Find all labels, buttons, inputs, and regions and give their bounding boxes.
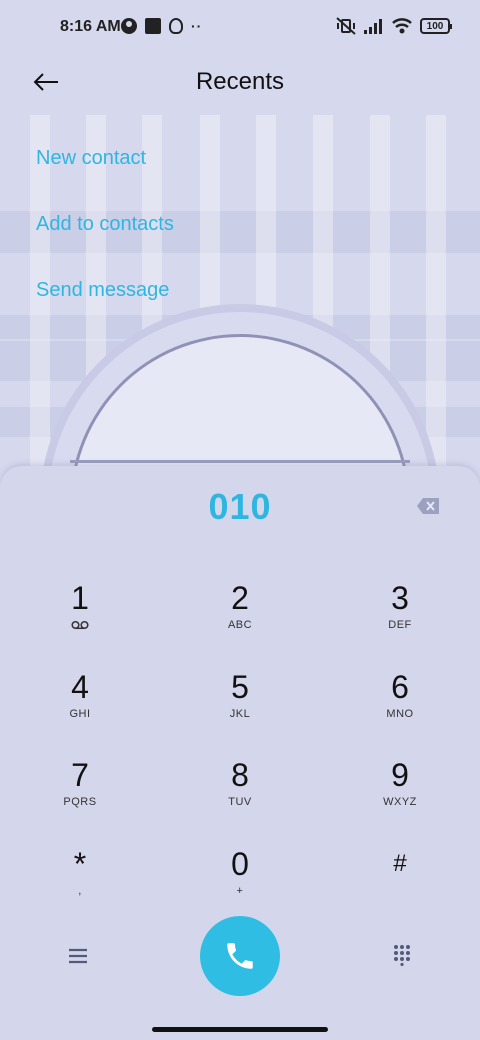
vibrate-off-icon	[336, 17, 356, 35]
key-letters: +	[236, 885, 244, 897]
menu-button[interactable]	[66, 944, 90, 968]
wifi-icon	[392, 18, 412, 34]
key-hash[interactable]: #	[320, 844, 480, 932]
key-digit: 1	[71, 580, 89, 616]
dialpad-panel: 010 1 2 ABC 3 DEF 4 GHI 5 JKL 6 MNO 7 PQ…	[0, 466, 480, 1040]
key-star[interactable]: * ,	[0, 844, 160, 932]
key-letters: ABC	[227, 619, 253, 631]
key-2[interactable]: 2 ABC	[160, 578, 320, 666]
notification-icons: ··	[121, 18, 202, 34]
contact-actions: New contact Add to contacts Send message	[36, 138, 174, 336]
add-to-contacts-link[interactable]: Add to contacts	[36, 204, 174, 270]
key-7[interactable]: 7 PQRS	[0, 755, 160, 843]
key-digit: #	[393, 850, 407, 877]
battery-icon: 100	[420, 18, 452, 34]
key-5[interactable]: 5 JKL	[160, 667, 320, 755]
send-message-link[interactable]: Send message	[36, 270, 174, 336]
key-letters: DEF	[388, 619, 412, 631]
status-bar: 8:16 AM ·· 100	[0, 0, 480, 56]
backspace-button[interactable]	[416, 497, 440, 515]
voicemail-icon	[71, 620, 89, 630]
key-letters: PQRS	[63, 796, 97, 808]
key-3[interactable]: 3 DEF	[320, 578, 480, 666]
page-title: Recents	[195, 68, 285, 95]
key-digit: 6	[391, 669, 409, 705]
call-button[interactable]	[200, 916, 280, 996]
new-contact-link[interactable]: New contact	[36, 138, 174, 204]
dialed-number: 010	[208, 486, 272, 527]
key-9[interactable]: 9 WXYZ	[320, 755, 480, 843]
key-1[interactable]: 1	[0, 578, 160, 666]
more-notifications-icon: ··	[191, 18, 203, 34]
header: Recents	[0, 56, 480, 108]
key-letters: ,	[78, 885, 82, 897]
key-letters: JKL	[229, 708, 251, 720]
key-digit: 9	[391, 757, 409, 793]
app-notification-icon	[121, 18, 137, 34]
key-letters: TUV	[228, 796, 252, 808]
key-digit: 0	[231, 846, 249, 882]
key-letters: GHI	[69, 708, 91, 720]
key-digit: 3	[391, 580, 409, 616]
key-6[interactable]: 6 MNO	[320, 667, 480, 755]
square-notification-icon	[145, 18, 161, 34]
key-letters: MNO	[386, 708, 414, 720]
key-8[interactable]: 8 TUV	[160, 755, 320, 843]
key-digit: 8	[231, 757, 249, 793]
system-icons: 100	[336, 17, 452, 35]
key-letters: WXYZ	[383, 796, 417, 808]
key-digit: 2	[231, 580, 249, 616]
signal-icon	[364, 19, 382, 34]
key-digit: 5	[231, 669, 249, 705]
key-4[interactable]: 4 GHI	[0, 667, 160, 755]
status-time: 8:16 AM	[60, 18, 121, 35]
location-notification-icon	[169, 18, 183, 34]
dialpad-toggle-button[interactable]	[392, 944, 412, 966]
key-digit: *	[73, 846, 87, 882]
home-indicator[interactable]	[152, 1027, 328, 1032]
key-digit: 4	[71, 669, 89, 705]
key-digit: 7	[71, 757, 89, 793]
phone-icon	[227, 943, 253, 969]
